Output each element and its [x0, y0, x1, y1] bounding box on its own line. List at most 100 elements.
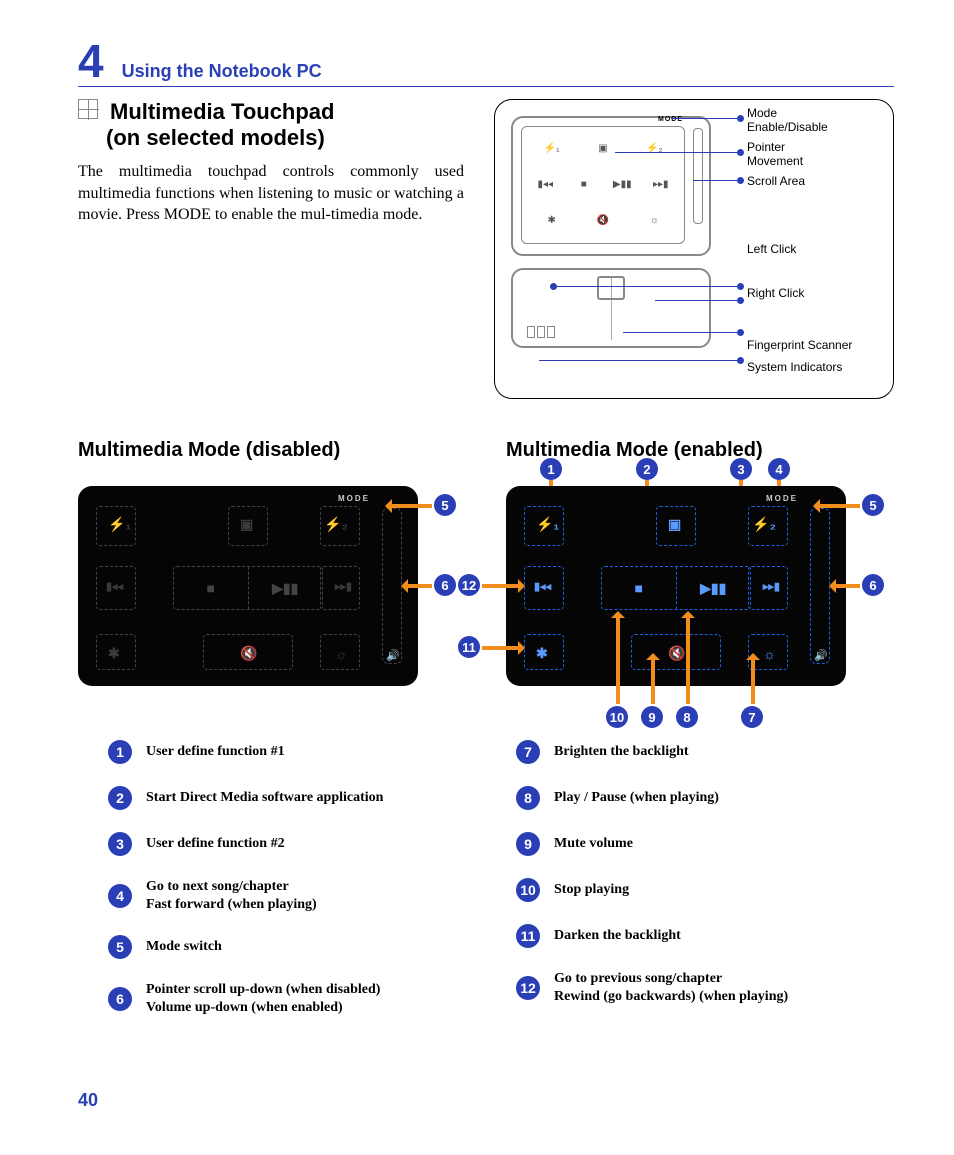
glyph-stop: ■ [574, 179, 594, 190]
glyph-next: ▸▸▮ [763, 580, 780, 593]
scroll-strip [693, 128, 703, 224]
callout-7: 7 [741, 706, 763, 728]
callout-4: 4 [768, 458, 790, 480]
legend-item: 10 Stop playing [516, 878, 894, 902]
glyph-bright: ☼ [335, 646, 348, 662]
callout-9: 9 [641, 706, 663, 728]
arrow-9 [651, 656, 655, 704]
legend-text: User define function #1 [146, 743, 285, 761]
legend-num: 7 [516, 740, 540, 764]
legend-num: 4 [108, 884, 132, 908]
chapter-title: Using the Notebook PC [122, 61, 322, 82]
callout-5b: 5 [862, 494, 884, 516]
glyph-mute: 🔇 [593, 215, 613, 226]
label-scroll: Scroll Area [747, 174, 805, 188]
glyph-prev: ▮◂◂ [535, 179, 555, 190]
label-right: Right Click [747, 286, 804, 300]
callout-5: 5 [434, 494, 456, 516]
legend-item: 4 Go to next song/chapter Fast forward (w… [108, 878, 486, 913]
section-body: The multimedia touchpad controls commonl… [78, 161, 464, 226]
mode-enabled-figure: Multimedia Mode (enabled) 1 2 3 4 MODE ■… [506, 439, 894, 686]
legend-item: 5 Mode switch [108, 935, 486, 959]
arrow-6 [404, 584, 432, 588]
system-indicators-icon [527, 326, 567, 342]
arrow-10 [616, 614, 620, 704]
legend-text: User define function #2 [146, 835, 285, 853]
touchpad-disabled: MODE ■▶▮▮ ⚡₁ ▣ ⚡₂ ▮◂◂ ▸▸▮ ✱ 🔇 ☼ 🔊 [78, 486, 418, 686]
label-fp: Fingerprint Scanner [747, 338, 852, 352]
legend-text: Pointer scroll up-down (when disabled) V… [146, 981, 380, 1016]
legend-num: 5 [108, 935, 132, 959]
glyph-f2: ⚡₂ [324, 516, 348, 533]
legend-num: 8 [516, 786, 540, 810]
legend-item: 9 Mute volume [516, 832, 894, 856]
legend-num: 6 [108, 987, 132, 1011]
legend-num: 1 [108, 740, 132, 764]
glyph-next: ▸▸▮ [335, 580, 352, 593]
legend-num: 11 [516, 924, 540, 948]
lead-left [555, 286, 739, 287]
legend-text: Go to next song/chapter Fast forward (wh… [146, 878, 317, 913]
legend-text: Mute volume [554, 835, 633, 853]
mode-tag: MODE [338, 494, 370, 503]
page-number: 40 [78, 1090, 98, 1111]
callout-12: 12 [458, 574, 480, 596]
glyph-vol: 🔊 [386, 649, 400, 662]
callout-10: 10 [606, 706, 628, 728]
glyph-media: ▣ [240, 516, 253, 533]
lead-scroll [693, 180, 739, 181]
callout-2: 2 [636, 458, 658, 480]
touchpad-icon [78, 99, 98, 119]
callout-6b: 6 [862, 574, 884, 596]
legend-item: 6 Pointer scroll up-down (when disabled) … [108, 981, 486, 1016]
glyph-mute: 🔇 [240, 645, 257, 662]
legend-num: 2 [108, 786, 132, 810]
legend-text: Stop playing [554, 881, 629, 899]
glyph-media: ▣ [668, 516, 681, 533]
fingerprint-icon [597, 276, 625, 300]
legend-item: 12Go to previous song/chapter Rewind (go… [516, 970, 894, 1005]
glyph-dark: ✱ [108, 645, 120, 662]
legend-text: Darken the backlight [554, 927, 681, 945]
glyph-f1: ⚡₁ [536, 516, 559, 533]
glyph-f1: ⚡₁ [108, 516, 131, 533]
callout-3: 3 [730, 458, 752, 480]
mode-enabled-heading: Multimedia Mode (enabled) [506, 439, 894, 462]
arrow-11 [482, 646, 522, 650]
lead-fp [623, 332, 739, 333]
section-heading: Multimedia Touchpad [78, 99, 464, 125]
legend-text: Brighten the backlight [554, 743, 689, 761]
touchpad-enabled: MODE ■▶▮▮ ⚡₁ ▣ ⚡₂ ▮◂◂ ▸▸▮ ✱ 🔇 ☼ 🔊 [506, 486, 846, 686]
legend-text: Mode switch [146, 938, 222, 956]
legend-num: 10 [516, 878, 540, 902]
legend-item: 8Play / Pause (when playing) [516, 786, 894, 810]
chapter-number: 4 [78, 38, 104, 84]
callout-1: 1 [540, 458, 562, 480]
callout-6: 6 [434, 574, 456, 596]
glyph-next: ▸▸▮ [651, 179, 671, 190]
mode-disabled-heading: Multimedia Mode (disabled) [78, 439, 466, 462]
legend: 1User define function #1 2Start Direct M… [78, 740, 894, 1038]
chapter-header: 4 Using the Notebook PC [78, 38, 894, 87]
label-sys: System Indicators [747, 360, 842, 374]
arrow-5 [388, 504, 432, 508]
glyph-vol: 🔊 [814, 649, 828, 662]
callout-8: 8 [676, 706, 698, 728]
label-left: Left Click [747, 242, 796, 256]
glyph-prev: ▮◂◂ [534, 580, 551, 593]
arrow-12 [482, 584, 522, 588]
touchpad-outline: MODE ⚡₁▣⚡₂ ▮◂◂■▶▮▮▸▸▮ ✱🔇☼ [511, 116, 711, 256]
section-heading-line2: (on selected models) [106, 125, 464, 151]
legend-num: 12 [516, 976, 540, 1000]
arrow-7 [751, 656, 755, 704]
glyph-prev: ▮◂◂ [106, 580, 123, 593]
lead-sys [539, 360, 739, 361]
lead-pointer [615, 152, 739, 153]
glyph-bright: ☼ [644, 215, 664, 226]
callout-11: 11 [458, 636, 480, 658]
legend-num: 9 [516, 832, 540, 856]
mode-disabled-figure: Multimedia Mode (disabled) MODE ■▶▮▮ ⚡₁ … [78, 439, 466, 686]
glyph-play: ▶▮▮ [612, 179, 632, 190]
glyph-dark: ✱ [542, 215, 562, 226]
glyph-mute: 🔇 [668, 645, 685, 662]
